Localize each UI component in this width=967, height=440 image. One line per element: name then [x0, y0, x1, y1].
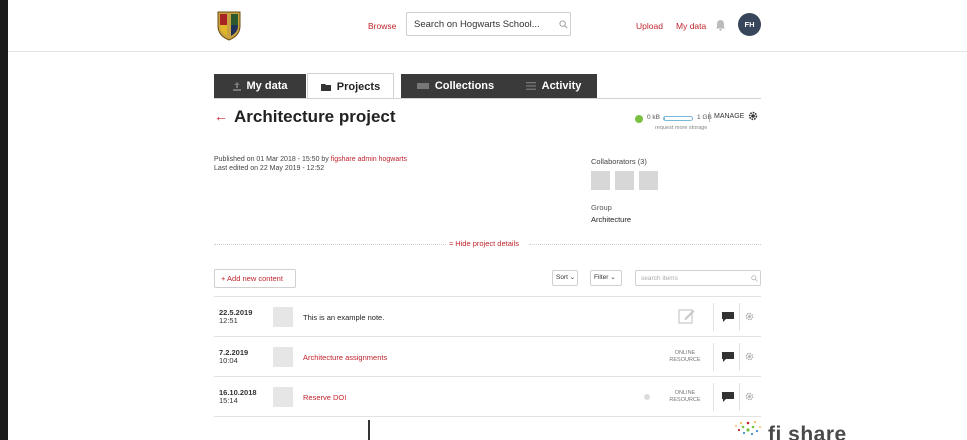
- hogwarts-crest-logo[interactable]: [215, 9, 243, 41]
- page: Browse Upload My data FH My data Project…: [8, 0, 967, 440]
- collaborators-label: Collaborators (3): [591, 157, 647, 166]
- storage-used: 0 kB: [647, 114, 661, 121]
- search-icon[interactable]: [751, 275, 758, 282]
- published-by-link[interactable]: figshare admin hogwarts: [331, 156, 407, 163]
- project-title: Architecture project: [234, 107, 396, 126]
- request-storage-link[interactable]: request more storage: [655, 125, 707, 131]
- comment-icon[interactable]: [722, 392, 734, 402]
- resource-label-line2: RESOURCE: [669, 357, 701, 363]
- tab-label: Projects: [336, 81, 381, 93]
- divider: [739, 383, 740, 411]
- upload-icon: [232, 81, 241, 91]
- item-time: 10:04: [219, 356, 238, 365]
- sort-dropdown[interactable]: Sort ⌄: [552, 270, 578, 286]
- gear-icon[interactable]: [748, 111, 758, 121]
- figshare-logo-icon: [735, 421, 761, 436]
- storage-progress-bar: [663, 116, 693, 121]
- divider: [713, 383, 714, 411]
- tab-projects[interactable]: Projects: [307, 73, 394, 99]
- divider: [739, 343, 740, 371]
- divider: [713, 343, 714, 371]
- storage-progress-fill: [664, 117, 666, 120]
- resource-label-line2: RESOURCE: [669, 397, 701, 403]
- gear-icon[interactable]: [745, 352, 754, 361]
- item-thumbnail: [273, 307, 293, 327]
- last-edited-text: Last edited on 22 May 2019 - 12:52: [214, 165, 325, 172]
- item-title[interactable]: This is an example note.: [303, 313, 384, 322]
- group-label: Group: [591, 203, 612, 212]
- item-title[interactable]: Reserve DOI: [303, 393, 346, 402]
- header: Browse Upload My data FH: [8, 0, 967, 52]
- tab-activity[interactable]: Activity: [510, 74, 597, 98]
- bell-icon[interactable]: [715, 19, 726, 31]
- tab-collections[interactable]: Collections: [401, 74, 510, 98]
- storage-status-dot: [635, 115, 643, 123]
- list-item[interactable]: 22.5.2019 12:51 This is an example note.: [214, 296, 761, 336]
- manage-button[interactable]: MANAGE: [714, 113, 744, 120]
- divider: [529, 244, 761, 245]
- figshare-logo-text: fi share: [768, 423, 847, 440]
- tab-label: Collections: [434, 80, 495, 92]
- footer-bar: [368, 420, 370, 440]
- group-value: Architecture: [591, 215, 632, 224]
- gear-icon[interactable]: [745, 312, 754, 321]
- comment-icon[interactable]: [722, 352, 734, 362]
- upload-link[interactable]: Upload: [636, 21, 663, 31]
- collaborator-avatar[interactable]: [615, 171, 634, 190]
- search-items-input[interactable]: [635, 270, 761, 286]
- list-item[interactable]: 7.2.2019 10:04 Architecture assignments …: [214, 336, 761, 376]
- collaborator-avatar[interactable]: [591, 171, 610, 190]
- activity-icon: [525, 82, 536, 90]
- project-meta: Published on 01 Mar 2018 - 15:50 by figs…: [214, 155, 407, 173]
- resource-type-label: ONLINE RESOURCE: [669, 350, 701, 364]
- add-content-button[interactable]: + Add new content: [214, 269, 296, 288]
- search-input[interactable]: [406, 12, 571, 36]
- divider: [214, 416, 761, 417]
- item-thumbnail: [273, 387, 293, 407]
- divider: [709, 112, 710, 122]
- search-icon[interactable]: [559, 20, 568, 29]
- divider: [713, 303, 714, 331]
- gear-icon[interactable]: [745, 392, 754, 401]
- resource-label-line1: ONLINE: [674, 390, 696, 396]
- back-arrow-icon[interactable]: ←: [214, 108, 228, 124]
- filter-dropdown[interactable]: Filter ⌄: [590, 270, 622, 286]
- item-time: 15:14: [219, 396, 238, 405]
- resource-label-line1: ONLINE: [674, 350, 696, 356]
- divider: [739, 303, 740, 331]
- tab-divider: [214, 98, 761, 99]
- hide-details-toggle[interactable]: ≈ Hide project details: [449, 239, 519, 248]
- folder-icon: [320, 84, 331, 92]
- item-thumbnail: [273, 347, 293, 367]
- tab-my-data[interactable]: My data: [214, 74, 306, 98]
- collection-icon: [416, 83, 429, 90]
- tab-label: Activity: [541, 80, 582, 92]
- item-time: 12:51: [219, 316, 238, 325]
- divider: [214, 244, 446, 245]
- resource-type-label: ONLINE RESOURCE: [669, 390, 701, 404]
- collaborator-avatar[interactable]: [639, 171, 658, 190]
- comment-icon[interactable]: [722, 312, 734, 322]
- browse-link[interactable]: Browse: [368, 21, 396, 31]
- user-avatar[interactable]: FH: [738, 13, 761, 36]
- my-data-link[interactable]: My data: [676, 21, 706, 31]
- list-item[interactable]: 16.10.2018 15:14 Reserve DOI ONLINE RESOU…: [214, 376, 761, 416]
- published-text: Published on 01 Mar 2018 - 15:50 by: [214, 156, 331, 163]
- edit-note-icon[interactable]: [678, 308, 695, 325]
- status-indicator: [644, 394, 650, 400]
- tab-label: My data: [246, 80, 288, 92]
- item-title[interactable]: Architecture assignments: [303, 353, 387, 362]
